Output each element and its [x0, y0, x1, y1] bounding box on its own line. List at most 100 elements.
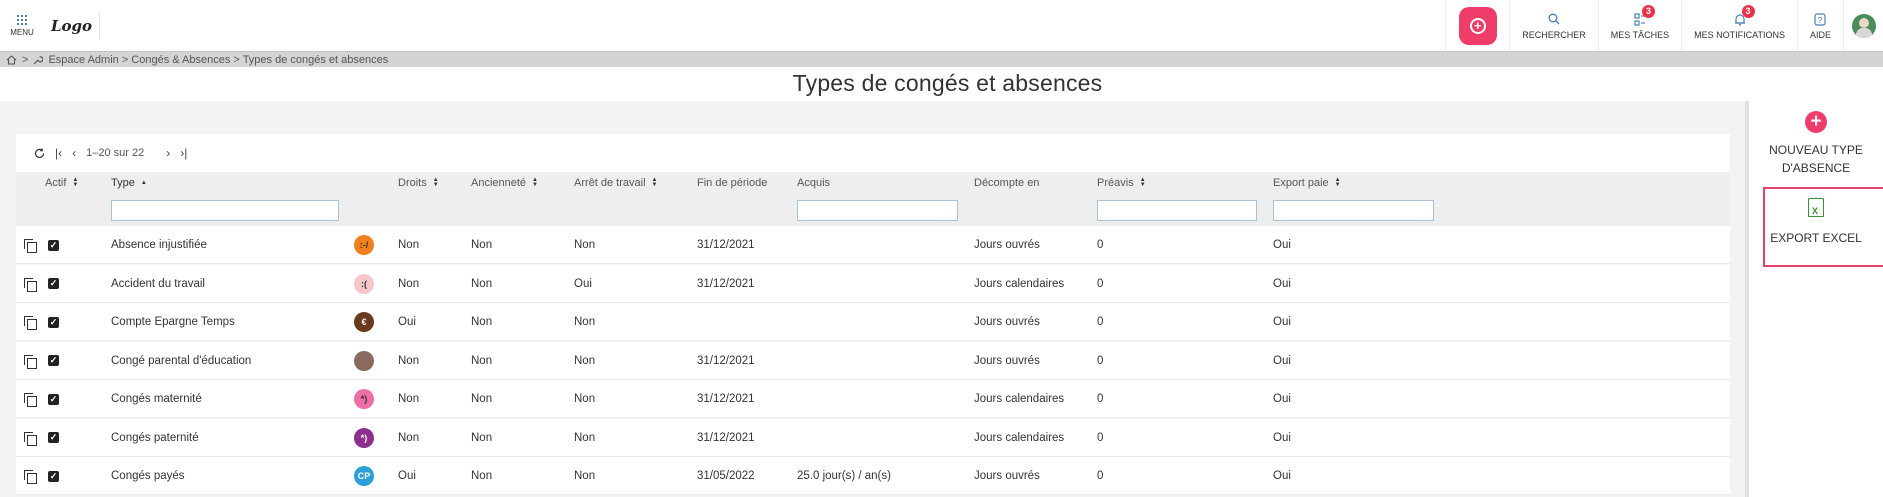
duplicate-button[interactable] — [24, 342, 37, 380]
column-header-export-paie[interactable]: Export paie ▲ ▼ — [1273, 177, 1341, 189]
active-checkbox[interactable]: ✓ — [48, 342, 59, 380]
copy-icon — [24, 316, 37, 330]
preavis-cell: 0 — [1097, 470, 1104, 482]
active-checkbox[interactable]: ✓ — [48, 303, 59, 341]
arret-cell: Non — [574, 239, 596, 251]
type-filter-input[interactable] — [111, 200, 339, 221]
pagination-bar: |‹ ‹ 1–20 sur 22 › ›| — [16, 134, 1730, 172]
type-cell[interactable]: Compte Epargne Temps — [111, 303, 235, 341]
help-button[interactable]: ? AIDE — [1796, 0, 1843, 51]
type-cell[interactable]: Congés payés — [111, 457, 185, 495]
breadcrumb-separator: > — [22, 53, 29, 66]
active-checkbox[interactable]: ✓ — [48, 226, 59, 264]
tasks-count-badge: 3 — [1641, 5, 1655, 18]
tasks-button[interactable]: 3 MES TÂCHES — [1597, 0, 1681, 51]
export-paie-cell: Oui — [1273, 277, 1291, 290]
table-row[interactable]: ✓ Accident du travail:(Non Non Oui 31/12/202… — [16, 264, 1730, 303]
duplicate-button[interactable] — [24, 226, 37, 264]
sort-icon: ▲ ▼ — [72, 177, 79, 188]
fin-periode-cell: 31/12/2021 — [697, 239, 755, 251]
table-row[interactable]: ✓ Congés payés CP Oui Non Non 31/05/2022 25.0 j… — [16, 457, 1730, 495]
search-button[interactable]: RECHERCHER — [1509, 0, 1598, 51]
decompte-cell: Jours ouvrés — [974, 470, 1040, 482]
checkmark-icon: ✓ — [48, 278, 59, 289]
active-checkbox[interactable]: ✓ — [48, 265, 59, 303]
column-header-anciennete[interactable]: Ancienneté ▲ ▼ — [471, 177, 538, 189]
table-row[interactable]: ✓ Absence injustifiée:-/ Non Non Non 31/12/20… — [16, 226, 1730, 264]
type-cell[interactable]: Congé parental d'éducation — [111, 342, 251, 380]
decompte-cell: Jours calendaires — [974, 277, 1065, 290]
search-label: RECHERCHER — [1522, 30, 1586, 40]
sort-icon: ▲ ▼ — [1334, 177, 1341, 188]
column-header-arret[interactable]: Arrêt de travail ▲ ▼ — [574, 177, 657, 189]
search-icon — [1548, 13, 1560, 25]
preavis-filter-input[interactable] — [1097, 200, 1257, 221]
export-paie-cell: Oui — [1273, 393, 1291, 405]
previous-page-icon[interactable]: ‹ — [72, 146, 76, 160]
home-icon[interactable] — [6, 54, 17, 65]
absence-type-icon: € — [354, 303, 374, 341]
copy-icon — [24, 470, 37, 484]
type-cell[interactable]: Accident du travail — [111, 265, 205, 303]
fin-periode-cell: 31/12/2021 — [697, 431, 755, 444]
duplicate-button[interactable] — [24, 265, 37, 303]
active-checkbox[interactable]: ✓ — [48, 380, 59, 418]
column-header-droits[interactable]: Droits ▲ ▼ — [398, 177, 439, 189]
table-row[interactable]: ✓ Congés paternité *) Non Non Non 31/12/2021 Jo… — [16, 418, 1730, 457]
table-row[interactable]: ✓ Compte Epargne Temps € Oui Non Non Jours ouv… — [16, 303, 1730, 341]
sort-icon: ▲ ▼ — [432, 177, 439, 188]
export-paie-filter-input[interactable] — [1273, 200, 1434, 221]
column-header-preavis[interactable]: Préavis ▲ ▼ — [1097, 177, 1146, 189]
duplicate-button[interactable] — [24, 303, 37, 341]
user-avatar[interactable] — [1851, 13, 1876, 38]
last-page-icon[interactable]: ›| — [180, 146, 187, 160]
anciennete-cell: Non — [471, 393, 493, 405]
copy-icon — [24, 277, 37, 292]
column-header-type[interactable]: Type ▲ — [111, 177, 147, 189]
first-page-icon[interactable]: |‹ — [55, 146, 62, 160]
new-absence-type-button[interactable]: + NOUVEAU TYPE D'ABSENCE — [1749, 111, 1883, 177]
export-excel-button[interactable]: X EXPORT EXCEL — [1749, 198, 1883, 247]
notifications-button[interactable]: 3 MES NOTIFICATIONS — [1681, 0, 1797, 51]
checkmark-icon: ✓ — [48, 432, 59, 443]
fin-periode-cell: 31/12/2021 — [697, 393, 755, 405]
acquis-cell: 25.0 jour(s) / an(s) — [797, 470, 891, 482]
acquis-filter-input[interactable] — [797, 200, 958, 221]
duplicate-button[interactable] — [24, 419, 37, 457]
export-paie-cell: Oui — [1273, 239, 1291, 251]
absence-type-icon — [354, 342, 374, 380]
preavis-cell: 0 — [1097, 431, 1104, 444]
menu-button[interactable]: MENU — [0, 0, 44, 51]
droits-cell: Non — [398, 354, 420, 367]
duplicate-button[interactable] — [24, 457, 37, 495]
breadcrumb-path[interactable]: Espace Admin > Congés & Absences > Types… — [48, 54, 388, 66]
duplicate-button[interactable] — [24, 380, 37, 418]
preavis-cell: 0 — [1097, 277, 1104, 290]
fin-periode-cell: 31/05/2022 — [697, 470, 755, 482]
table-row[interactable]: ✓ Congés maternité *) Non Non Non 31/12/2021 Jo… — [16, 380, 1730, 418]
type-cell[interactable]: Congés paternité — [111, 419, 199, 457]
type-cell[interactable]: Absence injustifiée — [111, 226, 207, 264]
plus-circle-icon: + — [1805, 111, 1827, 133]
sort-asc-icon: ▲ — [140, 179, 147, 186]
quick-add-button[interactable]: + — [1458, 6, 1497, 45]
decompte-cell: Jours ouvrés — [974, 239, 1040, 251]
export-paie-cell: Oui — [1273, 431, 1291, 444]
preavis-cell: 0 — [1097, 393, 1104, 405]
type-cell[interactable]: Congés maternité — [111, 380, 202, 418]
table-row[interactable]: ✓ Congé parental d'éducation Non Non Non 31/1… — [16, 341, 1730, 380]
active-checkbox[interactable]: ✓ — [48, 419, 59, 457]
next-page-icon[interactable]: › — [166, 146, 170, 160]
active-checkbox[interactable]: ✓ — [48, 457, 59, 495]
wrench-icon — [34, 55, 44, 64]
menu-label: MENU — [10, 27, 34, 37]
decompte-cell: Jours calendaires — [974, 393, 1065, 405]
column-header-actif[interactable]: Actif ▲ ▼ — [45, 177, 78, 189]
absence-type-icon: *) — [354, 419, 374, 457]
tasks-label: MES TÂCHES — [1610, 30, 1670, 40]
copy-icon — [24, 239, 37, 253]
refresh-icon[interactable] — [34, 147, 45, 159]
pagination-range: 1–20 sur 22 — [86, 147, 145, 159]
droits-cell: Non — [398, 393, 420, 405]
company-logo[interactable]: Logo — [44, 12, 100, 39]
